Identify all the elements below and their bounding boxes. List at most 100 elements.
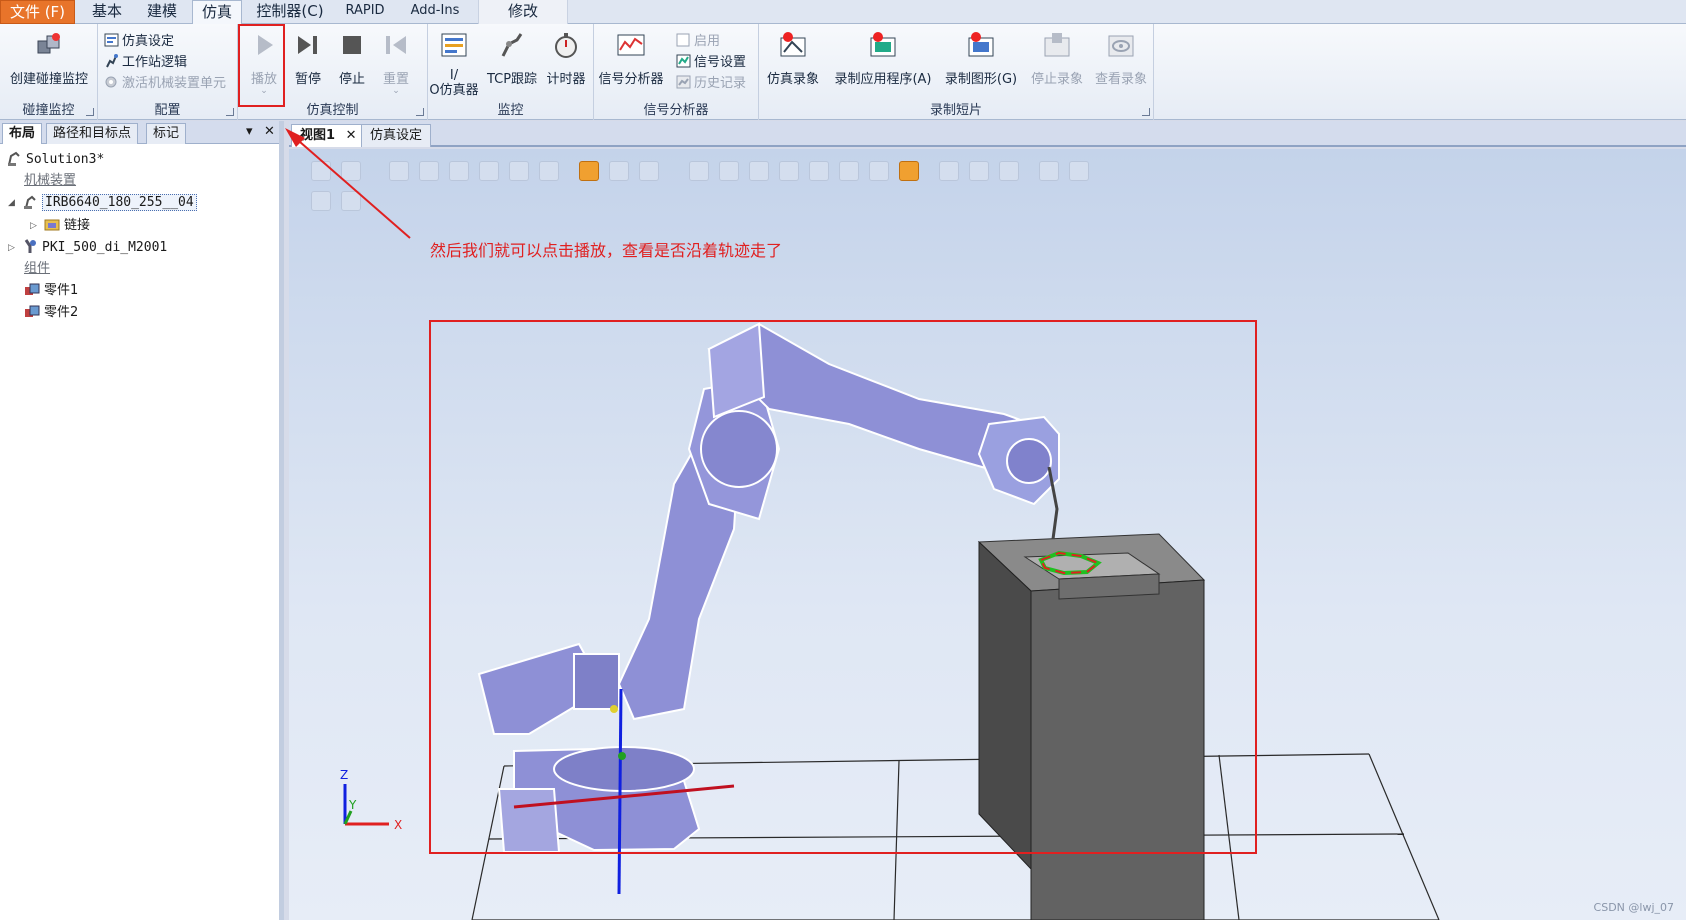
view-tab-bar: 视图1 ✕ 仿真设定 [289,121,1686,147]
scene: Z Y X [340,320,1440,920]
stop-button[interactable]: 停止 [332,28,372,87]
panel-menu-icon[interactable]: ▾ [246,124,253,139]
tree-item-solution[interactable]: Solution3* [6,150,104,170]
station-logic-icon [106,54,118,68]
tab-file[interactable]: 文件 (F) [0,0,75,24]
signal-settings-button[interactable]: 信号设置 [676,53,746,73]
watermark: CSDN @lwj_07 [1593,901,1674,914]
tab-rapid[interactable]: RAPID [340,0,390,24]
ribbon-tab-bar: 文件 (F) 基本 建模 仿真 控制器(C) RAPID Add-Ins 修改 [0,0,1686,25]
tree-item-part2[interactable]: 零件2 [24,303,78,323]
tab-modeling[interactable]: 建模 [138,0,186,24]
tab-modify[interactable]: 修改 [478,0,568,24]
stopwatch-icon [555,33,577,58]
group-label-config: 配置 [154,103,181,118]
panel-close-icon[interactable]: ✕ [264,124,275,139]
tab-layout[interactable]: 布局 [2,123,43,144]
pause-step-icon [298,36,317,54]
sim-record-button[interactable]: 仿真录象 [761,28,825,87]
record-graphics-button[interactable]: 录制图形(G) [941,28,1021,87]
axis-label-y: Y [348,798,357,812]
group-monitor: I/ O仿真器 TCP跟踪 计时器 监控 [428,24,594,120]
tab-home[interactable]: 基本 [83,0,131,24]
tab-sim-setup[interactable]: 仿真设定 [361,124,432,147]
signal-analyzer-button[interactable]: 信号分析器 [594,28,668,87]
checkbox-icon [676,33,690,47]
gear-icon [105,76,117,88]
history-icon [676,75,691,89]
view-axes-gizmo: Z Y X [340,768,402,832]
group-label-monitor: 监控 [497,103,524,118]
dialog-launcher-icon[interactable] [416,108,424,116]
activate-mechanism-label: 激活机械装置单元 [122,76,227,91]
view1-label: 视图1 [300,128,336,143]
station-logic-button[interactable]: 工作站逻辑 [104,53,187,73]
axis-label-x: X [394,818,402,832]
create-collision-monitor-button[interactable]: 创建碰撞监控 [4,28,94,87]
view-record-button[interactable]: 查看录象 [1089,28,1153,87]
io-simulator-button[interactable]: I/ O仿真器 [428,28,480,98]
io-simulator-icon [441,33,467,57]
dialog-launcher-icon[interactable] [1142,108,1150,116]
record-application-button[interactable]: 录制应用程序(A) [829,28,937,87]
collision-monitor-icon [37,33,60,54]
tree-item-part1[interactable]: 零件1 [24,281,78,301]
tree-item-robot[interactable]: IRB6640_180_255__04 [22,193,197,213]
reset-icon [386,36,406,54]
tab-simulation[interactable]: 仿真 [192,0,242,25]
pause-button[interactable]: 暂停 [288,28,328,87]
3d-viewport[interactable]: Z Y X [289,149,1686,920]
play-highlight-box [238,24,285,107]
dialog-launcher-icon[interactable] [226,108,234,116]
tool-icon [24,239,36,253]
activate-mechanism-button[interactable]: 激活机械装置单元 [104,74,226,94]
record-graphics-icon [968,32,994,57]
enable-label: 启用 [694,34,721,49]
annotation-text: 然后我们就可以点击播放，查看是否沿着轨迹走了 [430,241,783,260]
record-app-icon [870,32,896,57]
tab-addins[interactable]: Add-Ins [403,0,467,24]
part-icon [25,283,40,295]
timer-button[interactable]: 计时器 [542,28,590,87]
tab-controller[interactable]: 控制器(C) [250,0,330,24]
history-button[interactable]: 历史记录 [676,74,746,94]
io-simulator-label-2: O仿真器 [429,83,479,98]
tool-label: PKI_500_di_M2001 [42,240,168,255]
tree-header-components: 组件 [24,261,51,276]
reset-button[interactable]: 重置 ⌄ [376,28,416,96]
tab-view1[interactable]: 视图1 ✕ [291,124,366,147]
dialog-launcher-icon[interactable] [86,108,94,116]
enable-checkbox[interactable]: 启用 [676,32,720,52]
signal-settings-icon [676,54,691,68]
station-logic-label: 工作站逻辑 [122,55,188,70]
robot-model [477,322,1061,853]
sim-record-label: 仿真录象 [766,72,819,87]
signal-settings-label: 信号设置 [694,55,747,70]
close-tab-icon[interactable]: ✕ [346,128,357,143]
layout-panel: 布局 路径和目标点 标记 ▾ ✕ Solution3* 机械装置 ◢ IRB66… [0,121,284,920]
tab-paths-targets[interactable]: 路径和目标点 [46,123,139,144]
collapse-arrow-icon[interactable]: ◢ [8,198,15,208]
links-folder-icon [44,219,60,231]
expand-arrow-icon[interactable]: ▷ [30,221,37,231]
view-record-icon [1108,35,1134,57]
group-label-sim-control: 仿真控制 [306,103,359,118]
expand-arrow-icon[interactable]: ▷ [8,243,15,253]
tab-tags[interactable]: 标记 [146,123,187,144]
group-record: 仿真录象 录制应用程序(A) 录制图形(G) 停止录象 查看录象 录制短片 [759,24,1154,120]
panel-tab-bar: 布局 路径和目标点 标记 ▾ ✕ [0,121,279,144]
reset-label: 重置 [382,72,409,87]
tcp-trace-button[interactable]: TCP跟踪 [484,28,540,87]
group-label-record: 录制短片 [929,103,982,118]
tree-item-tool[interactable]: PKI_500_di_M2001 [22,238,167,258]
sim-setup-button[interactable]: 仿真设定 [104,32,174,52]
io-simulator-label-1: I/ [449,68,459,83]
reset-dropdown-icon[interactable]: ⌄ [376,87,416,96]
pause-label: 暂停 [294,72,321,87]
signal-chart-icon [617,34,645,56]
stop-record-button[interactable]: 停止录象 [1025,28,1089,87]
tree-item-links[interactable]: 链接 [44,216,90,236]
sim-setup-label: 仿真设定 [122,34,175,49]
stop-icon [343,36,361,54]
work-table [977,533,1206,920]
